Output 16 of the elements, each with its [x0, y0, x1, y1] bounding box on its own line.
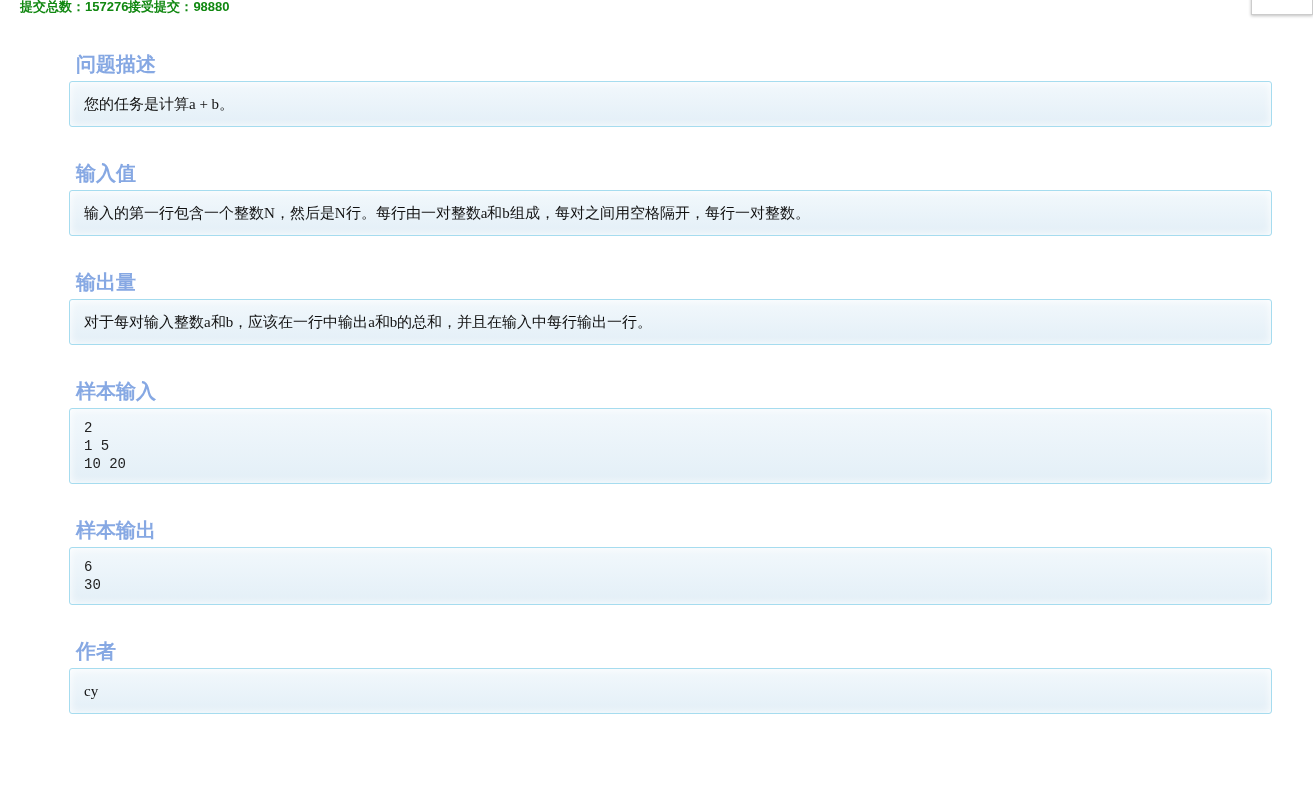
content-text: cy — [84, 682, 100, 701]
content-text: 对于每对输入整数a和b，应该在一行中输出a和b的总和，并且在输入中每行输出一行。 — [84, 313, 654, 332]
section-heading: 问题描述 — [76, 52, 157, 76]
content-text: 您的任务是计算a + b。 — [84, 95, 236, 114]
section-heading: 样本输出 — [76, 518, 157, 542]
section-heading: 样本输入 — [76, 379, 157, 403]
code-line: 10 20 — [84, 455, 127, 473]
content-text: 输入的第一行包含一个整数N，然后是N行。每行由一对整数a和b组成，每对之间用空格隔开，每行一对整数。 — [84, 204, 811, 223]
code-line: 2 — [84, 419, 94, 437]
section-heading: 输出量 — [76, 270, 137, 294]
code-line: 30 — [84, 576, 102, 594]
section-heading: 输入值 — [76, 161, 137, 185]
section-heading: 作者 — [76, 639, 117, 663]
submission-stats: 提交总数：157276接受提交：98880 — [20, 0, 230, 14]
code-line: 6 — [84, 558, 94, 576]
code-line: 1 5 — [84, 437, 111, 455]
